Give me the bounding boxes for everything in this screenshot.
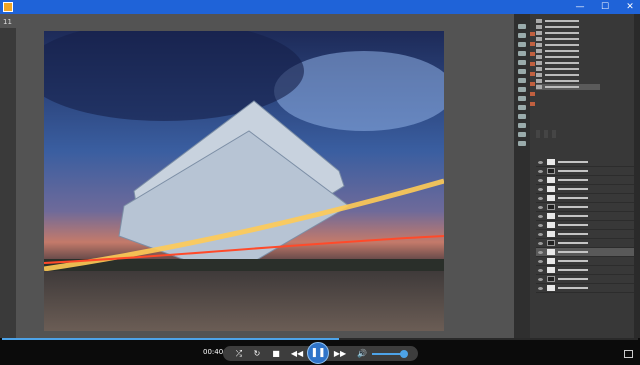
- repeat-icon[interactable]: ↻: [251, 346, 263, 361]
- panel-button[interactable]: [530, 52, 535, 56]
- tab-layers[interactable]: [536, 130, 540, 138]
- tab-paths[interactable]: [552, 130, 556, 138]
- left-panel: [0, 28, 16, 365]
- volume-icon[interactable]: 🔊: [356, 346, 368, 361]
- history-panel: [536, 18, 600, 98]
- panel-button[interactable]: [530, 62, 535, 66]
- maximize-button[interactable]: ☐: [592, 0, 618, 14]
- tool-button[interactable]: [518, 42, 526, 47]
- app-icon: [3, 2, 13, 12]
- layer-row[interactable]: [536, 248, 634, 257]
- right-edge-strip: [634, 14, 640, 351]
- tool-button[interactable]: [518, 114, 526, 119]
- tool-button[interactable]: [518, 69, 526, 74]
- layer-row[interactable]: [536, 239, 634, 248]
- layer-row[interactable]: [536, 275, 634, 284]
- tab-number: 11: [3, 18, 12, 26]
- pause-button[interactable]: ❚❚: [307, 342, 329, 364]
- tool-button[interactable]: [518, 78, 526, 83]
- fullscreen-icon[interactable]: [624, 350, 633, 358]
- close-button[interactable]: ✕: [617, 0, 640, 14]
- time-display: 00:40: [203, 348, 224, 356]
- layer-row[interactable]: [536, 221, 634, 230]
- tool-button[interactable]: [518, 33, 526, 38]
- tool-button[interactable]: [518, 123, 526, 128]
- layer-row[interactable]: [536, 257, 634, 266]
- tool-strip: [514, 14, 530, 351]
- layer-row[interactable]: [536, 194, 634, 203]
- layer-row[interactable]: [536, 176, 634, 185]
- tool-button[interactable]: [518, 51, 526, 56]
- minimize-button[interactable]: —: [567, 0, 593, 14]
- tool-button[interactable]: [518, 60, 526, 65]
- layer-row[interactable]: [536, 212, 634, 221]
- layer-row[interactable]: [536, 158, 634, 167]
- tool-button[interactable]: [518, 96, 526, 101]
- seek-bar[interactable]: [2, 338, 638, 340]
- layer-row[interactable]: [536, 284, 634, 293]
- tab-channels[interactable]: [544, 130, 548, 138]
- layer-row[interactable]: [536, 230, 634, 239]
- layer-row[interactable]: [536, 185, 634, 194]
- tool-button[interactable]: [518, 87, 526, 92]
- panel-button[interactable]: [530, 102, 535, 106]
- panel-button[interactable]: [530, 82, 535, 86]
- layer-row[interactable]: [536, 167, 634, 176]
- document-canvas[interactable]: [44, 31, 444, 331]
- layers-list: [536, 158, 634, 308]
- panel-button[interactable]: [530, 32, 535, 36]
- player-controls: 00:40 ⤮ ↻ ■ ◀◀ ❚❚ ▶▶ 🔊: [0, 338, 640, 365]
- layer-row[interactable]: [536, 203, 634, 212]
- panel-button[interactable]: [530, 72, 535, 76]
- layers-tabs: [536, 130, 634, 138]
- previous-icon[interactable]: ◀◀: [290, 346, 304, 361]
- shuffle-icon[interactable]: ⤮: [233, 346, 245, 361]
- pause-icon: ❚❚: [310, 348, 326, 358]
- tool-button[interactable]: [518, 132, 526, 137]
- title-bar: — ☐ ✕: [0, 0, 640, 14]
- volume-slider[interactable]: [372, 350, 409, 358]
- tool-button[interactable]: [518, 105, 526, 110]
- next-icon[interactable]: ▶▶: [333, 346, 347, 361]
- tool-button[interactable]: [518, 141, 526, 146]
- panel-button[interactable]: [530, 42, 535, 46]
- layer-row[interactable]: [536, 266, 634, 275]
- panel-button[interactable]: [530, 92, 535, 96]
- history-step[interactable]: [536, 84, 600, 90]
- stop-icon[interactable]: ■: [270, 346, 282, 361]
- seek-progress: [2, 338, 340, 340]
- tool-button[interactable]: [518, 24, 526, 29]
